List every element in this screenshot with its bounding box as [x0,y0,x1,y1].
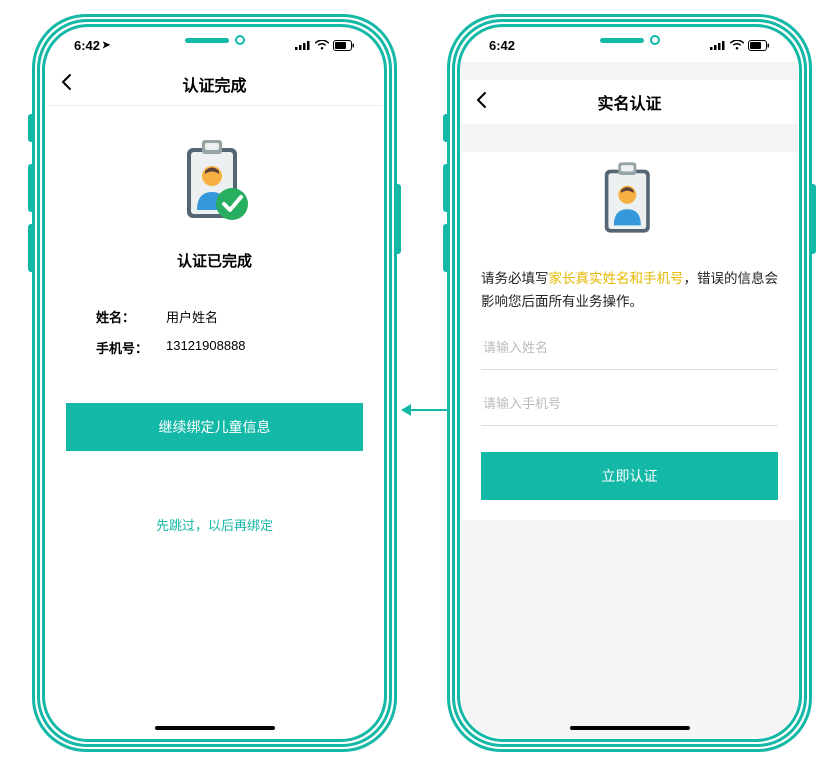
location-icon: ➤ [102,40,110,51]
name-row: 姓名： 用户姓名 [66,301,363,332]
phone-mockup-right: 6:42 实名认证 [447,14,812,752]
status-indicators [710,40,770,51]
page-title: 实名认证 [597,90,661,114]
notch [140,28,290,52]
verify-now-button[interactable]: 立即认证 [481,452,778,500]
instruction-text: 请务必填写家长真实姓名和手机号，错误的信息会影响您后面所有业务操作。 [481,268,778,314]
page-title: 认证完成 [182,72,246,96]
instruction-highlight: 家长真实姓名和手机号 [549,271,684,286]
skip-link[interactable]: 先跳过，以后再绑定 [66,515,363,534]
status-time: 6:42 [74,38,100,53]
phone-mockup-left: 6:42 ➤ 认证完成 [32,14,397,752]
wifi-icon [730,40,744,50]
content-area: 认证已完成 姓名： 用户姓名 手机号： 13121908888 继续绑定儿童信息… [46,106,383,738]
status-bar: 6:42 ➤ [46,28,383,62]
back-button[interactable] [60,71,72,97]
chevron-left-icon [60,73,72,91]
chevron-left-icon [475,91,487,109]
id-card-icon [481,152,778,252]
name-value: 用户姓名 [166,307,218,326]
id-card-success-icon [66,134,363,234]
name-input[interactable] [481,326,778,370]
phone-row: 手机号： 13121908888 [66,332,363,363]
status-time: 6:42 [489,38,515,53]
status-indicators [295,40,355,51]
battery-icon [333,40,355,51]
phone-value: 13121908888 [166,338,246,357]
phone-input[interactable] [481,382,778,426]
name-label: 姓名： [96,307,166,326]
completed-heading: 认证已完成 [66,250,363,271]
nav-bar: 实名认证 [461,80,798,124]
instruction-prefix: 请务必填写 [481,271,549,286]
screen-right: 6:42 实名认证 [461,28,798,738]
screen-left: 6:42 ➤ 认证完成 [46,28,383,738]
battery-icon [748,40,770,51]
back-button[interactable] [475,89,487,115]
home-indicator[interactable] [570,726,690,730]
flow-arrow-left-icon [401,404,449,416]
content-area: 请务必填写家长真实姓名和手机号，错误的信息会影响您后面所有业务操作。 立即认证 [461,124,798,738]
signal-icon [710,40,726,50]
phone-label: 手机号： [96,338,166,357]
wifi-icon [315,40,329,50]
continue-bind-child-button[interactable]: 继续绑定儿童信息 [66,403,363,451]
status-bar: 6:42 [461,28,798,62]
notch [555,28,705,52]
home-indicator[interactable] [155,726,275,730]
nav-bar: 认证完成 [46,62,383,106]
signal-icon [295,40,311,50]
